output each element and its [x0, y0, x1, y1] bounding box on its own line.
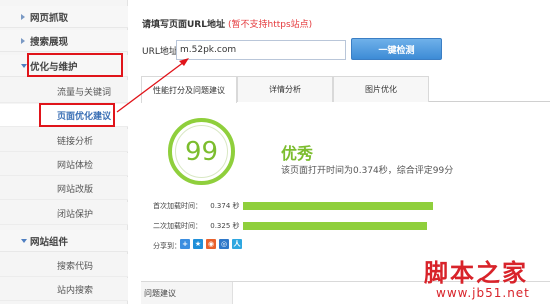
watermark-url: www.jb51.net — [436, 286, 530, 300]
watermark-text: 脚本之家 — [424, 258, 528, 287]
watermark-logo: 脚本之家 www.jb51.net — [424, 253, 550, 304]
